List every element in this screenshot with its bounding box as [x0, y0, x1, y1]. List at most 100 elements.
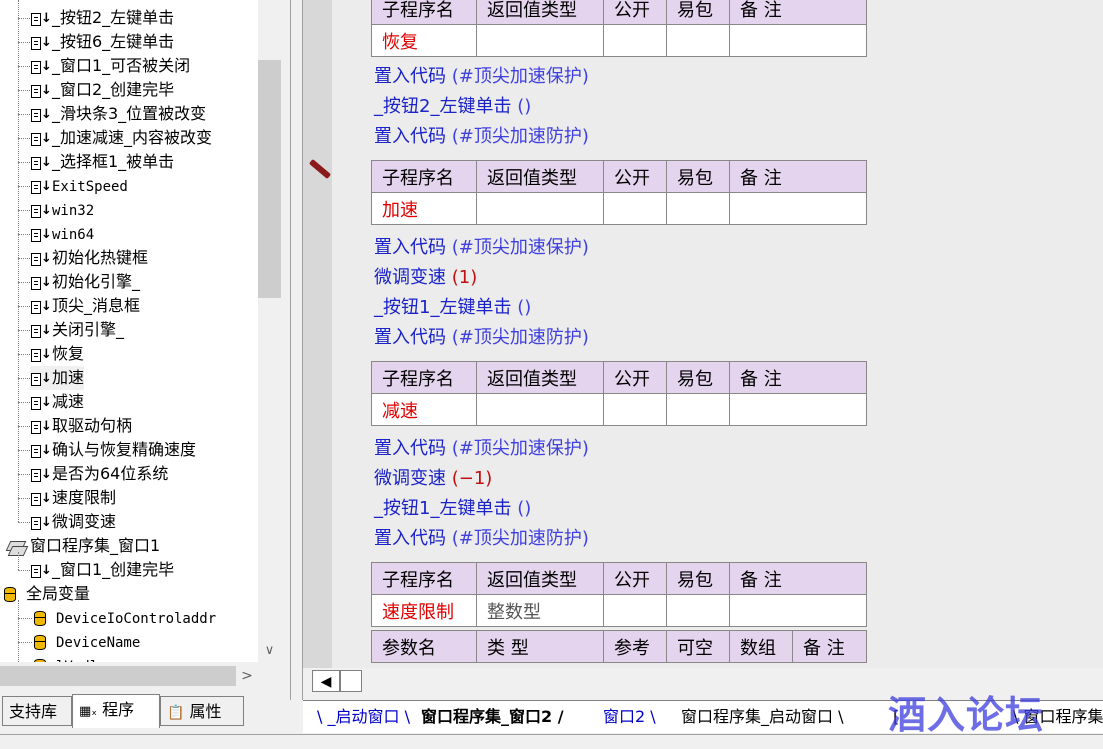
- panel-splitter[interactable]: [290, 0, 303, 700]
- note-cell[interactable]: [729, 24, 867, 57]
- down-arrow-glyph: ↓: [41, 130, 52, 146]
- tree-item-subroutine[interactable]: ↓ 是否为64位系统: [30, 462, 168, 486]
- tree-item-subroutine[interactable]: ↓ _按钮2_左键单击: [30, 6, 174, 30]
- code-line[interactable]: 置入代码 (#顶尖加速防护): [374, 323, 589, 349]
- note-cell[interactable]: [729, 594, 867, 627]
- tree-item-subroutine[interactable]: ↓ _窗口1_可否被关闭: [30, 54, 190, 78]
- tree-hscroll-thumb[interactable]: [0, 666, 236, 686]
- header-public: 公开: [603, 562, 667, 595]
- code-line[interactable]: 微调变速 (1): [374, 263, 477, 289]
- return-type-cell[interactable]: [476, 24, 604, 57]
- tab-program-label: 程序: [102, 700, 135, 719]
- note-cell[interactable]: [729, 393, 867, 426]
- tree-item-subroutine[interactable]: ↓ win64: [30, 222, 94, 246]
- tree-item-subroutine[interactable]: ↓ win32: [30, 198, 94, 222]
- code-arg: (): [517, 498, 532, 519]
- tree-item-subroutine[interactable]: ↓ ExitSpeed: [30, 174, 128, 198]
- doc-shape: [31, 420, 41, 434]
- subroutine-row[interactable]: 速度限制 整数型: [371, 594, 867, 627]
- tree-item-label: 是否为64位系统: [52, 464, 169, 483]
- tree-item-subroutine[interactable]: ↓ 初始化热键框: [30, 246, 148, 270]
- tree-item-label: 窗口程序集_窗口1: [30, 536, 161, 555]
- tree-item-subroutine[interactable]: ↓ 恢复: [30, 342, 84, 366]
- return-type-cell[interactable]: [476, 393, 604, 426]
- scroll-down-arrow-icon[interactable]: ∨: [258, 640, 281, 662]
- scroll-right-arrow-icon[interactable]: >: [236, 664, 258, 688]
- tree-item-subroutine[interactable]: ↓ _窗口1_创建完毕: [30, 558, 174, 582]
- subroutine-icon: ↓: [30, 11, 52, 27]
- easy-package-cell[interactable]: [666, 192, 730, 225]
- code-line[interactable]: _按钮1_左键单击 (): [374, 494, 531, 520]
- program-tree[interactable]: ↓ _按钮2_左键单击 ↓ _按钮6_左键单击 ↓ _窗口1_可否被关闭 ↓ _窗口2_创建完…: [0, 0, 258, 662]
- tab-window2-assembly[interactable]: 窗口程序集_窗口2 /: [421, 705, 564, 731]
- tree-scroll-thumb[interactable]: [258, 60, 281, 298]
- tree-item-subroutine[interactable]: ↓ 初始化引擎_: [30, 270, 140, 294]
- tree-item-subroutine[interactable]: ↓ _滑块条3_位置被改变: [30, 102, 206, 126]
- easy-package-cell[interactable]: [666, 393, 730, 426]
- code-arg: (#顶尖加速保护): [451, 438, 589, 459]
- public-cell[interactable]: [603, 393, 667, 426]
- subroutine-row[interactable]: 加速: [371, 192, 867, 225]
- public-cell[interactable]: [603, 192, 667, 225]
- subroutine-table: 子程序名 返回值类型 公开 易包 备 注 加速: [371, 160, 867, 225]
- doc-shape: [31, 156, 41, 170]
- subroutine-row[interactable]: 减速: [371, 393, 867, 426]
- code-line[interactable]: 置入代码 (#顶尖加速防护): [374, 524, 589, 550]
- tab-program[interactable]: ▦ₓ 程序: [72, 694, 160, 728]
- tree-item-subroutine[interactable]: ↓ _选择框1_被单击: [30, 150, 174, 174]
- sub-name-cell[interactable]: 恢复: [371, 24, 477, 57]
- tree-item-globals[interactable]: 全局变量: [4, 582, 90, 606]
- doc-shape: [31, 372, 41, 386]
- tree-item-label: ExitSpeed: [52, 179, 128, 195]
- sub-name-cell[interactable]: 减速: [371, 393, 477, 426]
- tab-property[interactable]: 📋 属性: [160, 696, 244, 726]
- code-line[interactable]: 置入代码 (#顶尖加速保护): [374, 434, 589, 460]
- code-fn: _按钮1_左键单击: [374, 297, 512, 318]
- subroutine-row[interactable]: 恢复: [371, 24, 867, 57]
- return-type-cell[interactable]: 整数型: [476, 594, 604, 627]
- public-cell[interactable]: [603, 24, 667, 57]
- tab-start-window-assembly[interactable]: 窗口程序集_启动窗口 \: [681, 705, 844, 731]
- tab-support-library[interactable]: 支持库: [2, 696, 72, 726]
- tree-item-global-var[interactable]: lVxdl: [34, 654, 98, 662]
- tree-item-subroutine[interactable]: ↓ _按钮6_左键单击: [30, 30, 174, 54]
- code-line[interactable]: 置入代码 (#顶尖加速防护): [374, 122, 589, 148]
- code-line[interactable]: 置入代码 (#顶尖加速保护): [374, 62, 589, 88]
- tree-item-subroutine[interactable]: ↓ 速度限制: [30, 486, 116, 510]
- tree-item-subroutine[interactable]: ↓ 微调变速: [30, 510, 116, 534]
- down-arrow-glyph: ↓: [41, 202, 52, 218]
- tab-start-window[interactable]: \ _启动窗口 \: [317, 705, 410, 731]
- code-line[interactable]: _按钮1_左键单击 (): [374, 293, 531, 319]
- code-editor[interactable]: 子程序名 返回值类型 公开 易包 备 注 恢复 置入代码 (#顶尖加速保护) _…: [332, 0, 1103, 668]
- doc-shape: [31, 468, 41, 482]
- return-type-cell[interactable]: [476, 192, 604, 225]
- tab-window2[interactable]: 窗口2 \: [603, 705, 656, 731]
- tree-item-global-var[interactable]: DeviceName: [34, 630, 140, 654]
- tree-item-subroutine[interactable]: ↓ 加速: [30, 366, 85, 390]
- tree-item-subroutine[interactable]: ↓ 顶尖_消息框: [30, 294, 140, 318]
- tree-item-assembly[interactable]: 窗口程序集_窗口1: [4, 534, 160, 558]
- scroll-track[interactable]: [340, 670, 362, 692]
- down-arrow-glyph: ↓: [41, 418, 52, 434]
- scroll-left-arrow-icon[interactable]: ◀: [312, 670, 340, 692]
- easy-package-cell[interactable]: [666, 594, 730, 627]
- sub-name-cell[interactable]: 加速: [371, 192, 477, 225]
- easy-package-cell[interactable]: [666, 24, 730, 57]
- left-panel-tabs: 支持库 ▦ₓ 程序 📋 属性: [0, 694, 290, 732]
- tree-item-subroutine[interactable]: ↓ 关闭引擎_: [30, 318, 124, 342]
- tree-item-subroutine[interactable]: ↓ 减速: [30, 390, 84, 414]
- code-line[interactable]: 置入代码 (#顶尖加速保护): [374, 233, 589, 259]
- subroutine-icon: ↓: [30, 227, 52, 243]
- code-line[interactable]: _按钮2_左键单击 (): [374, 92, 531, 118]
- header-easy-package: 易包: [666, 160, 730, 193]
- tree-item-subroutine[interactable]: ↓ _加速减速_内容被改变: [30, 126, 212, 150]
- note-cell[interactable]: [729, 192, 867, 225]
- doc-shape: [31, 204, 41, 218]
- tree-item-subroutine[interactable]: ↓ 取驱动句柄: [30, 414, 132, 438]
- tree-item-global-var[interactable]: DeviceIoControladdr: [34, 606, 216, 630]
- tree-item-subroutine[interactable]: ↓ _窗口2_创建完毕: [30, 78, 174, 102]
- tree-item-subroutine[interactable]: ↓ 确认与恢复精确速度: [30, 438, 196, 462]
- sub-name-cell[interactable]: 速度限制: [371, 594, 477, 627]
- public-cell[interactable]: [603, 594, 667, 627]
- code-line[interactable]: 微调变速 (−1): [374, 464, 492, 490]
